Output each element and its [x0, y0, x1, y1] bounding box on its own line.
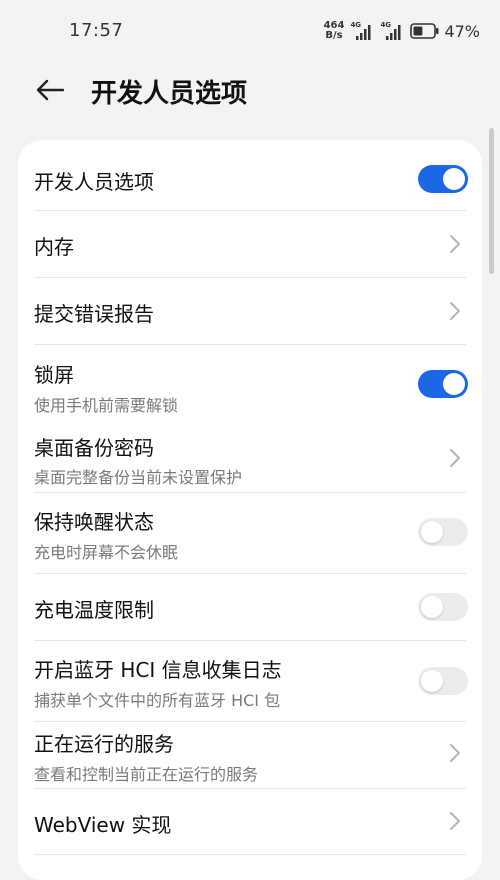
setting-charging-temp-limit[interactable]: 充电温度限制	[34, 574, 468, 640]
setting-screen-lock[interactable]: 锁屏 使用手机前需要解锁	[34, 345, 468, 418]
setting-webview-implementation[interactable]: WebView 实现	[34, 789, 468, 855]
chevron-right-icon	[450, 744, 460, 762]
network-speed-unit: B/s	[325, 30, 343, 41]
setting-bluetooth-hci-log[interactable]: 开启蓝牙 HCI 信息收集日志 捕获单个文件中的所有蓝牙 HCI 包	[34, 641, 468, 721]
status-time: 17:57	[69, 20, 124, 41]
chevron-right-icon	[450, 302, 460, 320]
settings-list: 开发人员选项 内存 提交错误报告 锁屏 使用手机前需要解锁 桌面备份密码 桌面完…	[18, 140, 482, 880]
developer-options-toggle[interactable]	[418, 165, 468, 193]
sim1-network-type: 4G	[350, 21, 362, 29]
sim2-network-type: 4G	[380, 21, 392, 29]
setting-title: 保持唤醒状态	[34, 510, 154, 534]
signal-sim2-icon: 4G	[380, 21, 404, 41]
setting-subtitle: 桌面完整备份当前未设置保护	[34, 468, 243, 487]
scrollbar[interactable]	[489, 128, 494, 274]
setting-title: 提交错误报告	[34, 302, 154, 326]
battery-icon	[410, 23, 439, 39]
screen-lock-toggle[interactable]	[418, 370, 468, 398]
setting-title: 内存	[34, 235, 74, 259]
status-icons: 464 B/s 4G 4G 47%	[324, 18, 480, 44]
setting-title: 桌面备份密码	[34, 436, 154, 460]
setting-title: 锁屏	[34, 363, 74, 387]
setting-title: 正在运行的服务	[34, 732, 174, 756]
setting-subtitle: 捕获单个文件中的所有蓝牙 HCI 包	[34, 691, 281, 710]
divider	[34, 854, 466, 855]
battery-percent: 47%	[444, 21, 480, 41]
setting-desktop-backup-password[interactable]: 桌面备份密码 桌面完整备份当前未设置保护	[34, 422, 468, 492]
setting-running-services[interactable]: 正在运行的服务 查看和控制当前正在运行的服务	[34, 722, 468, 788]
chevron-right-icon	[450, 812, 460, 830]
setting-title: 开启蓝牙 HCI 信息收集日志	[34, 658, 282, 682]
setting-subtitle: 充电时屏幕不会休眠	[34, 543, 179, 562]
toggle-knob	[421, 596, 443, 618]
page-title: 开发人员选项	[91, 79, 248, 109]
network-speed: 464 B/s	[324, 21, 345, 41]
setting-developer-options[interactable]: 开发人员选项	[34, 154, 468, 206]
setting-memory[interactable]: 内存	[34, 211, 468, 277]
toggle-knob	[421, 521, 443, 543]
setting-stay-awake[interactable]: 保持唤醒状态 充电时屏幕不会休眠	[34, 493, 468, 573]
toggle-knob	[443, 168, 465, 190]
back-button[interactable]	[30, 72, 70, 108]
stay-awake-toggle[interactable]	[418, 518, 468, 546]
setting-title: WebView 实现	[34, 813, 172, 837]
setting-subtitle: 查看和控制当前正在运行的服务	[34, 765, 259, 784]
battery-indicator: 47%	[410, 22, 480, 41]
chevron-right-icon	[450, 449, 460, 467]
bluetooth-hci-log-toggle[interactable]	[418, 667, 468, 695]
setting-title: 充电温度限制	[34, 598, 154, 622]
status-bar: 17:57 464 B/s 4G 4G 47%	[0, 0, 500, 62]
toggle-knob	[421, 670, 443, 692]
signal-sim1-icon: 4G	[350, 21, 374, 41]
charging-temp-limit-toggle[interactable]	[418, 593, 468, 621]
toggle-knob	[443, 373, 465, 395]
setting-bug-report[interactable]: 提交错误报告	[34, 278, 468, 344]
app-header: 开发人员选项	[0, 62, 500, 118]
arrow-left-icon	[36, 79, 65, 101]
chevron-right-icon	[450, 235, 460, 253]
setting-subtitle: 使用手机前需要解锁	[34, 396, 179, 415]
setting-title: 开发人员选项	[34, 170, 154, 194]
